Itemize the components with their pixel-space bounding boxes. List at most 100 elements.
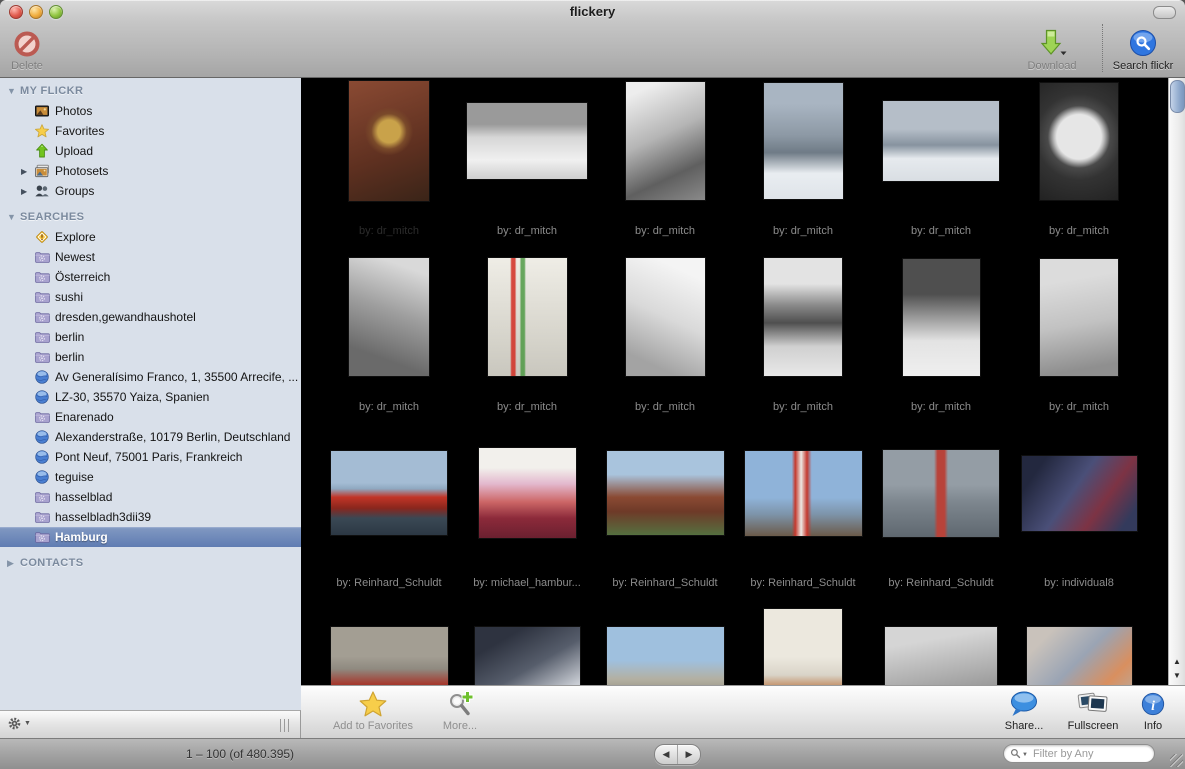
photo-thumbnail[interactable]	[902, 258, 980, 376]
disclosure-triangle-icon[interactable]: ▼	[7, 86, 20, 96]
photo-thumbnail[interactable]	[349, 258, 429, 376]
sidebar-item-groups[interactable]: ▶ Groups	[0, 181, 301, 201]
download-button[interactable]: Download	[1014, 26, 1090, 72]
photo-cell[interactable]: by: dr_mitch	[320, 78, 458, 254]
photo-thumbnail[interactable]	[763, 83, 843, 199]
photo-cell[interactable]: by: michael_hambur...	[458, 430, 596, 606]
pane-resize-grip[interactable]	[280, 719, 292, 732]
sidebar-item-enarenado[interactable]: Enarenado	[0, 407, 301, 427]
sidebar-section-contacts[interactable]: ▶ CONTACTS	[0, 553, 301, 573]
photo-cell[interactable]: by: dr_mitch	[458, 78, 596, 254]
sidebar-item-upload[interactable]: Upload	[0, 141, 301, 161]
photo-thumbnail[interactable]	[625, 82, 705, 200]
sidebar-item-berlin[interactable]: berlin	[0, 327, 301, 347]
next-page-button[interactable]: ▶	[678, 745, 700, 764]
photo-thumbnail[interactable]	[331, 451, 447, 535]
add-to-favorites-button[interactable]: Add to Favorites	[317, 689, 429, 732]
sidebar-item-sushi[interactable]: sushi	[0, 287, 301, 307]
photo-thumbnail[interactable]	[474, 627, 580, 685]
sidebar-section-my-flickr[interactable]: ▼ MY FLICKR	[0, 81, 301, 101]
photo-thumbnail[interactable]	[764, 258, 842, 376]
action-menu-button[interactable]: ▼	[7, 716, 31, 731]
sidebar-item-berlin[interactable]: berlin	[0, 347, 301, 367]
photo-cell[interactable]: by: Reinhard_Schuldt	[320, 430, 458, 606]
photo-cell[interactable]: by: dr_mitch	[458, 254, 596, 430]
sidebar-item-photos[interactable]: Photos	[0, 101, 301, 121]
search-flickr-button[interactable]: Search flickr	[1106, 26, 1180, 72]
title-bar[interactable]: flickery	[0, 0, 1185, 22]
photo-thumbnail[interactable]	[1040, 258, 1118, 376]
share-button[interactable]: Share...	[991, 689, 1057, 732]
photo-thumbnail[interactable]	[885, 627, 997, 685]
photo-cell[interactable]: by: individual8	[1010, 430, 1148, 606]
photo-cell[interactable]: by: dr_mitch	[734, 78, 872, 254]
sidebar-item-hamburg[interactable]: Hamburg	[0, 527, 301, 547]
sidebar-item-hasselbladh3dii39[interactable]: hasselbladh3dii39	[0, 507, 301, 527]
photo-cell[interactable]: by: dr_mitch	[872, 254, 1010, 430]
photo-cell[interactable]: by: dr_mitch	[320, 254, 458, 430]
photo-thumbnail[interactable]	[606, 451, 724, 535]
photo-cell[interactable]	[596, 606, 734, 685]
info-button[interactable]: i Info	[1129, 689, 1177, 732]
fullscreen-button[interactable]: Fullscreen	[1057, 689, 1129, 732]
photo-cell[interactable]	[734, 606, 872, 685]
photo-cell[interactable]	[872, 606, 1010, 685]
scroll-down-arrow-icon[interactable]: ▼	[1169, 669, 1185, 683]
delete-button[interactable]: Delete	[4, 26, 50, 72]
explore-icon	[34, 229, 50, 245]
photo-cell[interactable]: by: dr_mitch	[872, 78, 1010, 254]
photo-cell[interactable]: by: Reinhard_Schuldt	[872, 430, 1010, 606]
sidebar-section-searches[interactable]: ▼ SEARCHES	[0, 207, 301, 227]
photo-cell[interactable]	[458, 606, 596, 685]
sidebar-item-alexanderstra-e-10179-berlin-deu[interactable]: Alexanderstraße, 10179 Berlin, Deutschla…	[0, 427, 301, 447]
photo-thumbnail[interactable]	[625, 258, 705, 376]
item-disclosure-triangle-icon[interactable]: ▶	[21, 187, 34, 196]
more-button[interactable]: More...	[429, 689, 491, 732]
sidebar-item-av-general-simo-franco-1-35500-a[interactable]: Av Generalísimo Franco, 1, 35500 Arrecif…	[0, 367, 301, 387]
sidebar-item-favorites[interactable]: Favorites	[0, 121, 301, 141]
photo-thumbnail[interactable]	[1021, 455, 1137, 531]
photo-cell[interactable]: by: dr_mitch	[1010, 78, 1148, 254]
sidebar-item-teguise[interactable]: teguise	[0, 467, 301, 487]
photo-cell[interactable]: by: dr_mitch	[1010, 254, 1148, 430]
item-disclosure-triangle-icon[interactable]: ▶	[21, 167, 34, 176]
photo-cell[interactable]: by: dr_mitch	[734, 254, 872, 430]
photo-thumbnail[interactable]	[764, 609, 842, 685]
sidebar-item-explore[interactable]: Explore	[0, 227, 301, 247]
photo-thumbnail[interactable]	[467, 103, 587, 179]
sidebar-item-hasselblad[interactable]: hasselblad	[0, 487, 301, 507]
photo-cell[interactable]: by: Reinhard_Schuldt	[596, 430, 734, 606]
previous-page-button[interactable]: ◀	[655, 745, 678, 764]
photo-cell[interactable]: by: Reinhard_Schuldt	[734, 430, 872, 606]
photo-cell[interactable]: by: dr_mitch	[596, 254, 734, 430]
photo-thumbnail[interactable]	[330, 627, 448, 685]
filter-search-field[interactable]: ▼	[1003, 744, 1155, 763]
vertical-scrollbar[interactable]: ▲ ▼	[1168, 78, 1185, 685]
photo-thumbnail[interactable]	[606, 627, 724, 685]
photo-cell[interactable]	[320, 606, 458, 685]
photo-thumbnail[interactable]	[1040, 82, 1118, 200]
filter-input[interactable]	[1030, 746, 1148, 761]
photo-cell[interactable]	[1010, 606, 1148, 685]
photo-thumbnail[interactable]	[883, 101, 999, 181]
sidebar-item-lz-30-35570-yaiza-spanien[interactable]: LZ-30, 35570 Yaiza, Spanien	[0, 387, 301, 407]
disclosure-triangle-icon[interactable]: ▶	[7, 558, 20, 569]
sidebar-item-sterreich[interactable]: Österreich	[0, 267, 301, 287]
filter-caret-icon[interactable]: ▼	[1022, 752, 1028, 758]
sidebar-item-photosets[interactable]: ▶ Photosets	[0, 161, 301, 181]
photo-thumbnail[interactable]	[883, 449, 999, 537]
sidebar-item-dresden-gewandhaushotel[interactable]: dresden,gewandhaushotel	[0, 307, 301, 327]
disclosure-triangle-icon[interactable]: ▼	[7, 212, 20, 222]
photo-thumbnail[interactable]	[744, 450, 862, 536]
photo-cell[interactable]: by: dr_mitch	[596, 78, 734, 254]
sidebar-item-newest[interactable]: Newest	[0, 247, 301, 267]
photo-thumbnail[interactable]	[1026, 627, 1132, 685]
photo-thumbnail[interactable]	[478, 448, 576, 538]
scrollbar-thumb[interactable]	[1170, 80, 1185, 113]
scroll-up-arrow-icon[interactable]: ▲	[1169, 655, 1185, 669]
window-resize-grip[interactable]	[1170, 754, 1183, 767]
toolbar-toggle-pill-button[interactable]	[1153, 6, 1176, 19]
photo-thumbnail[interactable]	[487, 258, 567, 376]
sidebar-item-pont-neuf-75001-paris-frankreich[interactable]: Pont Neuf, 75001 Paris, Frankreich	[0, 447, 301, 467]
photo-thumbnail[interactable]	[349, 81, 429, 201]
